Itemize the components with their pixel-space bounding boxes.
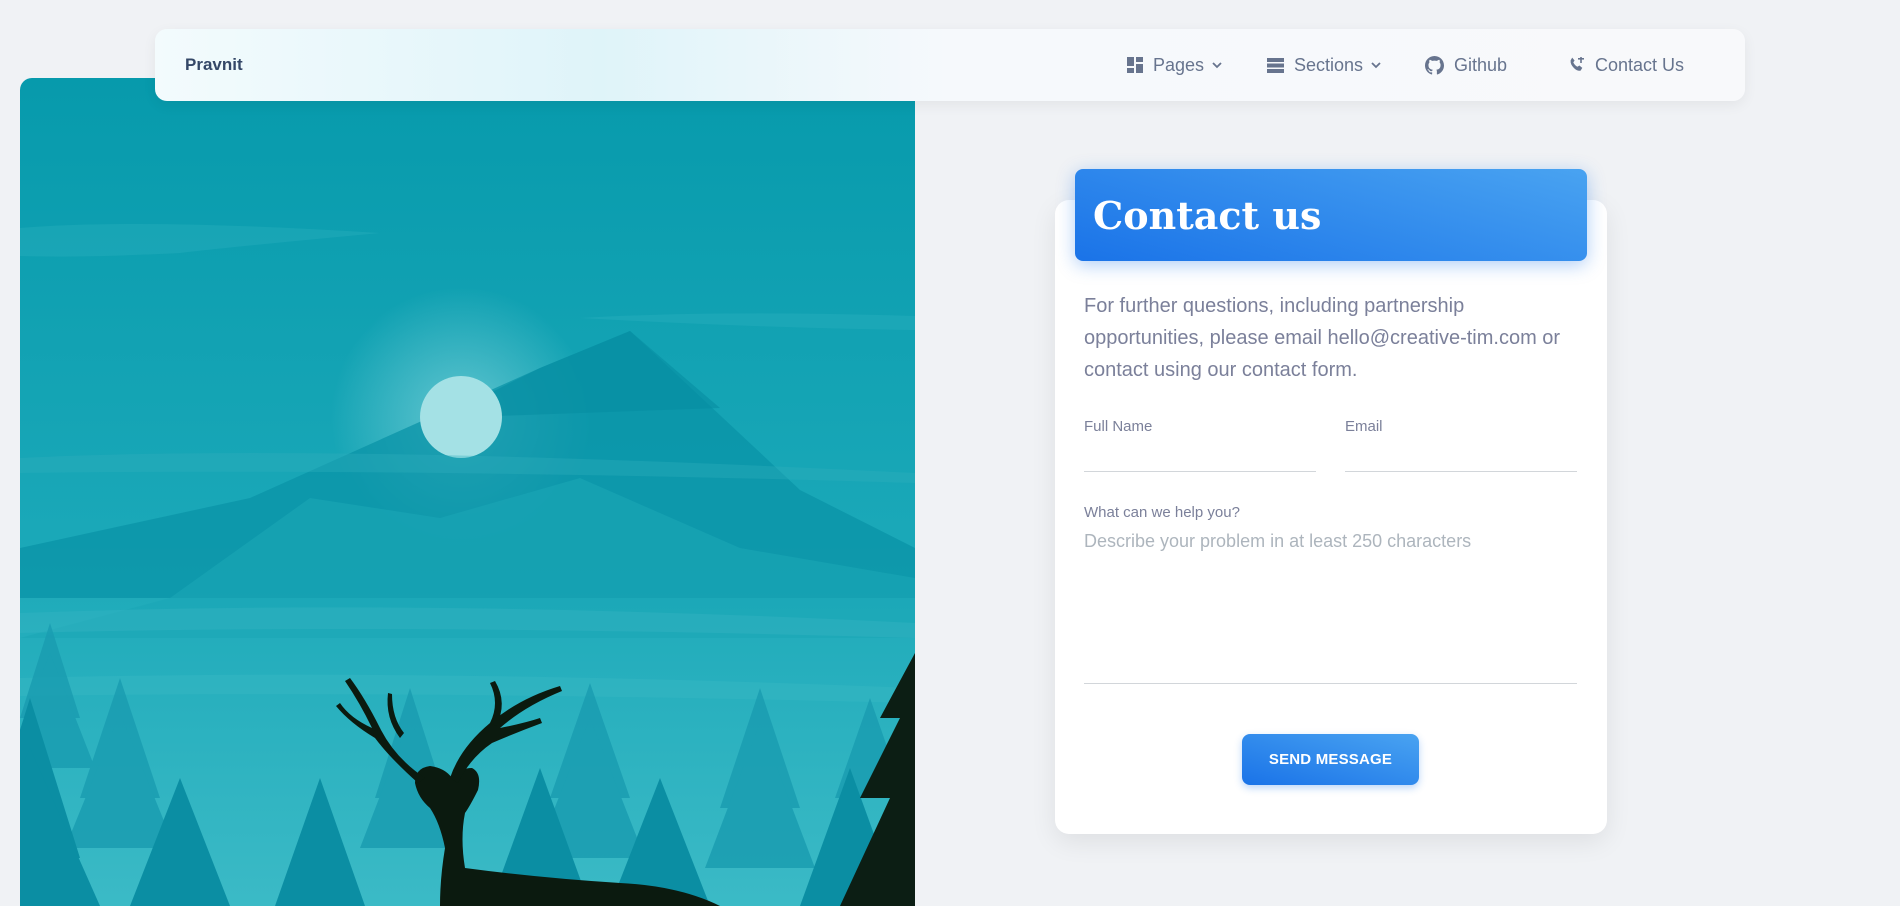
message-underline bbox=[1084, 683, 1577, 684]
nav-github-label: Github bbox=[1454, 54, 1508, 75]
contact-intro-text: For further questions, including partner… bbox=[1084, 295, 1561, 381]
message-label: What can we help you? bbox=[1084, 504, 1240, 521]
contact-title: Contact us bbox=[1093, 192, 1322, 238]
message-textarea[interactable]: Describe your problem in at least 250 ch… bbox=[1084, 531, 1471, 552]
email-label: Email bbox=[1345, 418, 1383, 435]
nav-pages-label: Pages bbox=[1153, 54, 1205, 75]
nav-sections[interactable]: Sections bbox=[1267, 55, 1381, 76]
view-list-icon bbox=[1267, 57, 1284, 73]
phone-icon bbox=[1569, 57, 1585, 73]
dashboard-icon bbox=[1127, 57, 1143, 73]
full-name-label: Full Name bbox=[1084, 418, 1153, 435]
chevron-down-icon bbox=[1212, 61, 1222, 69]
email-input[interactable] bbox=[1345, 471, 1577, 472]
contact-card-header: Contact us bbox=[1075, 169, 1587, 261]
github-icon bbox=[1425, 55, 1444, 75]
contact-illustration bbox=[20, 78, 915, 906]
send-message-button[interactable]: SEND MESSAGE bbox=[1242, 734, 1419, 785]
nav-github[interactable]: Github bbox=[1425, 55, 1507, 76]
nav-contact-us[interactable]: Contact Us bbox=[1569, 55, 1684, 76]
chevron-down-icon bbox=[1371, 61, 1381, 69]
nav-pages[interactable]: Pages bbox=[1127, 55, 1222, 76]
nav-contact-us-label: Contact Us bbox=[1595, 54, 1685, 75]
brand-logo[interactable]: Pravnit bbox=[185, 55, 243, 75]
full-name-input[interactable] bbox=[1084, 471, 1316, 472]
nav-sections-label: Sections bbox=[1294, 54, 1364, 75]
navbar: Pravnit Pages Sections Github Contact Us bbox=[155, 29, 1745, 101]
